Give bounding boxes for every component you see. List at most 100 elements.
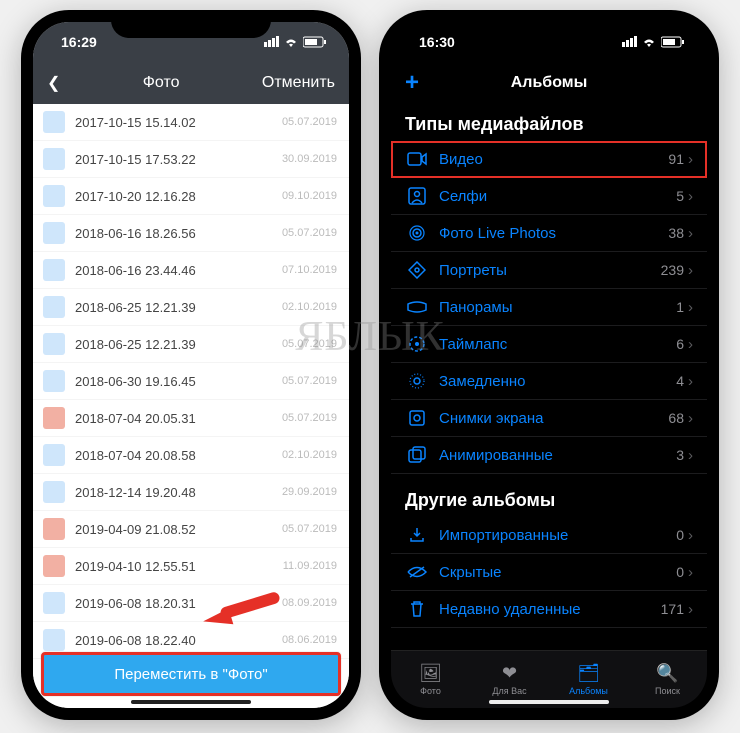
album-row-снимки-экрана[interactable]: Снимки экрана 68 › <box>391 400 707 437</box>
file-date: 05.07.2019 <box>282 412 337 424</box>
cancel-button[interactable]: Отменить <box>262 74 335 92</box>
album-row-портреты[interactable]: Портреты 239 › <box>391 252 707 289</box>
tab-label: Для Вас <box>492 686 526 696</box>
album-row-панорамы[interactable]: Панорамы 1 › <box>391 289 707 326</box>
file-date: 02.10.2019 <box>282 449 337 461</box>
nav-bar: ❮ Фото Отменить <box>33 62 349 104</box>
album-row-видео[interactable]: Видео 91 › <box>391 141 707 178</box>
file-row[interactable]: 2017-10-15 15.14.02 05.07.2019 <box>33 104 349 141</box>
file-date: 29.09.2019 <box>282 486 337 498</box>
file-row[interactable]: 2018-06-16 18.26.56 05.07.2019 <box>33 215 349 252</box>
chevron-right-icon: › <box>688 564 693 581</box>
album-row-скрытые[interactable]: Скрытые 0 › <box>391 554 707 591</box>
status-time: 16:29 <box>61 34 97 50</box>
album-count: 3 <box>676 447 684 463</box>
album-label: Видео <box>439 151 668 168</box>
album-label: Снимки экрана <box>439 410 668 427</box>
tab-label: Фото <box>420 686 441 696</box>
file-name: 2017-10-20 12.16.28 <box>75 189 282 204</box>
nav-title: Альбомы <box>511 74 588 92</box>
album-row-недавно-удаленные[interactable]: Недавно удаленные 171 › <box>391 591 707 628</box>
album-row-анимированные[interactable]: Анимированные 3 › <box>391 437 707 474</box>
album-label: Портреты <box>439 262 661 279</box>
file-thumb <box>43 555 65 577</box>
chevron-right-icon: › <box>688 447 693 464</box>
album-count: 5 <box>676 188 684 204</box>
albums-scroll[interactable]: Типы медиафайлов Видео 91 › Селфи 5 › Фо… <box>391 104 707 650</box>
album-count: 91 <box>668 151 684 167</box>
status-time: 16:30 <box>419 34 455 50</box>
file-thumb <box>43 444 65 466</box>
file-row[interactable]: 2017-10-15 17.53.22 30.09.2019 <box>33 141 349 178</box>
file-name: 2018-06-16 18.26.56 <box>75 226 282 241</box>
live-icon <box>405 224 429 242</box>
file-date: 08.06.2019 <box>282 634 337 646</box>
file-row[interactable]: 2018-12-14 19.20.48 29.09.2019 <box>33 474 349 511</box>
file-name: 2018-06-25 12.21.39 <box>75 300 282 315</box>
album-label: Анимированные <box>439 447 676 464</box>
album-row-замедленно[interactable]: Замедленно 4 › <box>391 363 707 400</box>
tab-label: Поиск <box>655 686 680 696</box>
file-row[interactable]: 2017-10-20 12.16.28 09.10.2019 <box>33 178 349 215</box>
file-thumb <box>43 111 65 133</box>
album-row-селфи[interactable]: Селфи 5 › <box>391 178 707 215</box>
file-date: 07.10.2019 <box>282 264 337 276</box>
file-row[interactable]: 2019-04-10 12.55.51 11.09.2019 <box>33 548 349 585</box>
file-row[interactable]: 2018-06-25 12.21.39 05.07.2019 <box>33 326 349 363</box>
file-row[interactable]: 2019-04-09 21.08.52 05.07.2019 <box>33 511 349 548</box>
album-label: Селфи <box>439 188 676 205</box>
trash-icon <box>405 600 429 618</box>
chevron-right-icon: › <box>688 373 693 390</box>
tab-Фото[interactable]: 🖼 Фото <box>391 651 470 708</box>
file-date: 09.10.2019 <box>282 190 337 202</box>
album-count: 6 <box>676 336 684 352</box>
album-label: Панорамы <box>439 299 676 316</box>
move-to-photos-button[interactable]: Переместить в "Фото" <box>41 652 341 696</box>
album-row-таймлапс[interactable]: Таймлапс 6 › <box>391 326 707 363</box>
battery-icon <box>303 36 327 48</box>
chevron-right-icon: › <box>688 527 693 544</box>
video-icon <box>405 152 429 166</box>
album-row-фото-live-photos[interactable]: Фото Live Photos 38 › <box>391 215 707 252</box>
file-name: 2017-10-15 15.14.02 <box>75 115 282 130</box>
tab-icon: 🔍 <box>656 663 678 684</box>
tab-icon: 🖼 <box>419 663 442 684</box>
home-indicator <box>131 700 251 704</box>
file-thumb <box>43 629 65 651</box>
file-list[interactable]: 2017-10-15 15.14.02 05.07.2019 2017-10-1… <box>33 104 349 708</box>
file-thumb <box>43 296 65 318</box>
album-count: 0 <box>676 564 684 580</box>
album-row-импортированные[interactable]: Импортированные 0 › <box>391 517 707 554</box>
file-name: 2018-12-14 19.20.48 <box>75 485 282 500</box>
chevron-right-icon: › <box>688 410 693 427</box>
file-name: 2018-06-16 23.44.46 <box>75 263 282 278</box>
back-icon[interactable]: ❮ <box>47 73 60 93</box>
file-thumb <box>43 407 65 429</box>
file-row[interactable]: 2018-06-30 19.16.45 05.07.2019 <box>33 363 349 400</box>
file-date: 08.09.2019 <box>282 597 337 609</box>
file-date: 05.07.2019 <box>282 523 337 535</box>
chevron-right-icon: › <box>688 225 693 242</box>
album-count: 68 <box>668 410 684 426</box>
wifi-icon <box>283 36 299 48</box>
nav-bar: + Альбомы <box>391 62 707 104</box>
file-thumb <box>43 370 65 392</box>
album-count: 38 <box>668 225 684 241</box>
file-row[interactable]: 2018-07-04 20.08.58 02.10.2019 <box>33 437 349 474</box>
tab-Поиск[interactable]: 🔍 Поиск <box>628 651 707 708</box>
tab-icon: 🗂 <box>577 663 600 684</box>
file-row[interactable]: 2019-06-08 18.20.31 08.09.2019 <box>33 585 349 622</box>
file-row[interactable]: 2018-06-25 12.21.39 02.10.2019 <box>33 289 349 326</box>
chevron-right-icon: › <box>688 151 693 168</box>
phone-left: 16:29 ❮ Фото Отменить 2017-10-15 15.14.0… <box>21 10 361 720</box>
import-icon <box>405 526 429 544</box>
signal-icon <box>621 34 637 50</box>
file-row[interactable]: 2018-07-04 20.05.31 05.07.2019 <box>33 400 349 437</box>
file-row[interactable]: 2018-06-16 23.44.46 07.10.2019 <box>33 252 349 289</box>
album-label: Скрытые <box>439 564 676 581</box>
chevron-right-icon: › <box>688 188 693 205</box>
hidden-icon <box>405 565 429 579</box>
section-other-albums: Другие альбомы <box>391 474 707 517</box>
add-icon[interactable]: + <box>405 71 419 95</box>
file-thumb <box>43 259 65 281</box>
